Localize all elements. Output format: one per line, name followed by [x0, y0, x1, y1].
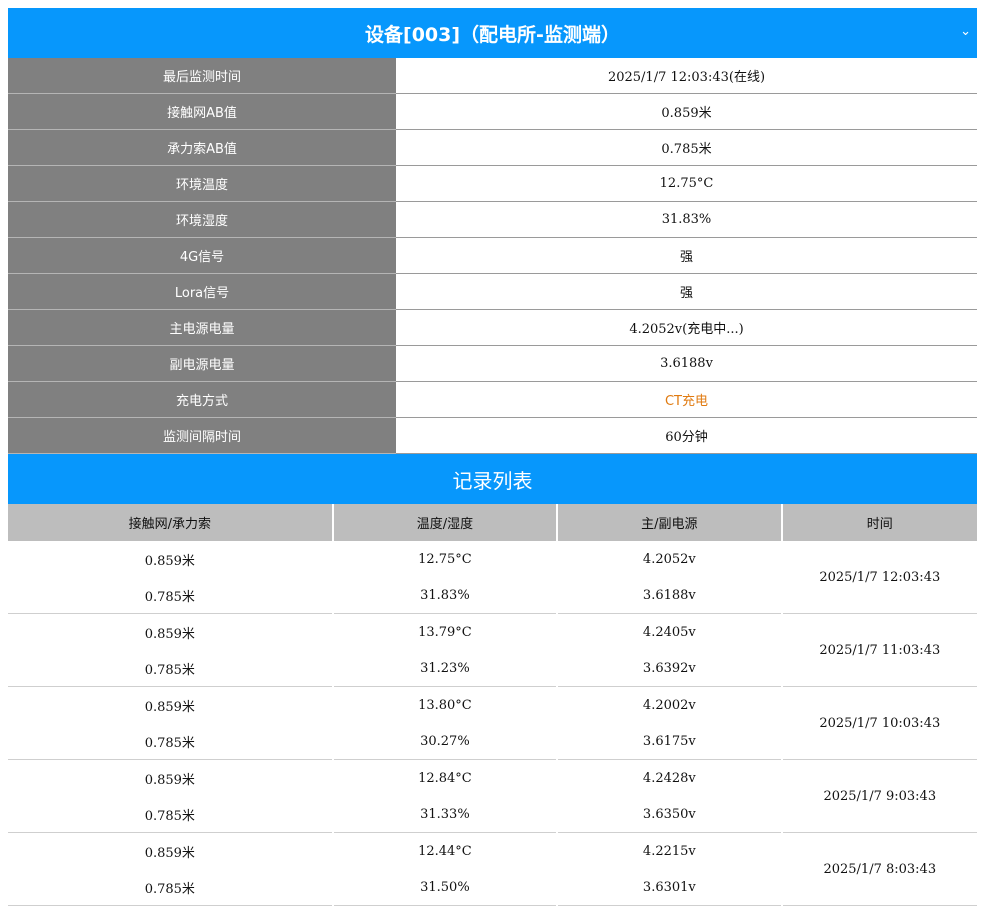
info-value: 3.6188v	[396, 345, 977, 382]
chevron-down-icon[interactable]: ⌄	[960, 24, 971, 39]
record-cable: 0.785米	[8, 870, 332, 906]
record-net: 0.859米	[144, 773, 195, 788]
record-time: 2025/1/7 11:03:43	[782, 614, 977, 687]
record-row: 0.859米 13.79°C 4.2405v 2025/1/7 11:03:43	[8, 614, 977, 687]
record-humidity: 31.83%	[333, 578, 557, 614]
device-info-table: 最后监测时间 2025/1/7 12:03:43(在线) 接触网AB值 0.85…	[8, 58, 977, 454]
column-header: 接触网/承力索	[8, 504, 332, 541]
record-sub-power: 3.6392v	[558, 651, 781, 687]
info-label: 监测间隔时间	[8, 417, 396, 454]
info-label: 环境温度	[8, 165, 396, 202]
info-value: 60分钟	[396, 417, 977, 454]
record-temp: 12.84°C	[418, 771, 472, 786]
record-main-power: 4.2405v	[642, 625, 696, 640]
record-net: 0.859米	[144, 700, 195, 715]
info-row-4g-signal: 4G信号 强	[8, 237, 977, 274]
record-time: 2025/1/7 9:03:43	[782, 760, 977, 833]
record-time: 2025/1/7 12:03:43	[782, 541, 977, 614]
record-humidity: 31.23%	[333, 651, 557, 687]
record-sub-power: 3.6188v	[558, 578, 781, 614]
info-label: 环境湿度	[8, 201, 396, 238]
info-row-charge-mode: 充电方式 CT充电	[8, 381, 977, 418]
record-temp: 12.75°C	[418, 552, 472, 567]
info-label: 4G信号	[8, 237, 396, 274]
info-row-main-power: 主电源电量 4.2052v(充电中...)	[8, 309, 977, 346]
record-temp: 13.79°C	[418, 625, 472, 640]
record-row: 0.859米 12.44°C 4.2215v 2025/1/7 8:03:43	[8, 833, 977, 906]
record-row: 0.859米 12.75°C 4.2052v 2025/1/7 12:03:43	[8, 541, 977, 614]
info-row-net-ab: 接触网AB值 0.859米	[8, 93, 977, 130]
record-sub-power: 3.6301v	[558, 870, 781, 906]
info-value: 2025/1/7 12:03:43(在线)	[396, 58, 977, 94]
record-sub-power: 3.6175v	[558, 724, 781, 760]
info-value: 强	[396, 273, 977, 310]
info-row-last-time: 最后监测时间 2025/1/7 12:03:43(在线)	[8, 58, 977, 94]
info-value: 4.2052v(充电中...)	[396, 309, 977, 346]
info-value-charge-mode: CT充电	[396, 381, 977, 418]
info-row-humidity: 环境湿度 31.83%	[8, 201, 977, 238]
record-humidity: 30.27%	[333, 724, 557, 760]
record-net: 0.859米	[144, 627, 195, 642]
record-main-power: 4.2052v	[642, 552, 696, 567]
column-header: 温度/湿度	[333, 504, 557, 541]
record-cable: 0.785米	[8, 797, 332, 833]
device-panel: 设备[003]（配电所-监测端） ⌄ 最后监测时间 2025/1/7 12:03…	[8, 8, 977, 906]
info-row-interval: 监测间隔时间 60分钟	[8, 417, 977, 454]
record-time: 2025/1/7 8:03:43	[782, 833, 977, 906]
records-header-row: 接触网/承力索 温度/湿度 主/副电源 时间	[8, 504, 977, 541]
record-row: 0.859米 13.80°C 4.2002v 2025/1/7 10:03:43	[8, 687, 977, 760]
column-header: 主/副电源	[558, 504, 781, 541]
record-humidity: 31.33%	[333, 797, 557, 833]
column-header: 时间	[782, 504, 977, 541]
record-temp: 13.80°C	[418, 698, 472, 713]
info-row-lora-signal: Lora信号 强	[8, 273, 977, 310]
info-value: 31.83%	[396, 201, 977, 238]
record-sub-power: 3.6350v	[558, 797, 781, 833]
record-main-power: 4.2002v	[642, 698, 696, 713]
info-label: 最后监测时间	[8, 58, 396, 94]
info-value: 12.75°C	[396, 165, 977, 202]
info-label: 充电方式	[8, 381, 396, 418]
record-main-power: 4.2428v	[642, 771, 696, 786]
info-value: 0.785米	[396, 129, 977, 166]
info-value: 强	[396, 237, 977, 274]
records-title: 记录列表	[8, 454, 977, 504]
record-time: 2025/1/7 10:03:43	[782, 687, 977, 760]
info-label: Lora信号	[8, 273, 396, 310]
info-value: 0.859米	[396, 93, 977, 130]
record-row: 0.859米 12.84°C 4.2428v 2025/1/7 9:03:43	[8, 760, 977, 833]
info-label: 副电源电量	[8, 345, 396, 382]
record-net: 0.859米	[144, 554, 195, 569]
record-cable: 0.785米	[8, 724, 332, 760]
info-row-temperature: 环境温度 12.75°C	[8, 165, 977, 202]
info-label: 接触网AB值	[8, 93, 396, 130]
info-row-sub-power: 副电源电量 3.6188v	[8, 345, 977, 382]
device-title: 设备[003]（配电所-监测端）	[365, 23, 620, 46]
device-header[interactable]: 设备[003]（配电所-监测端） ⌄	[8, 8, 977, 58]
records-table: 接触网/承力索 温度/湿度 主/副电源 时间 0.859米 12.75°C 4.…	[6, 504, 979, 906]
record-humidity: 31.50%	[333, 870, 557, 906]
record-main-power: 4.2215v	[642, 844, 696, 859]
info-label: 承力索AB值	[8, 129, 396, 166]
record-cable: 0.785米	[8, 651, 332, 687]
record-net: 0.859米	[144, 846, 195, 861]
info-label: 主电源电量	[8, 309, 396, 346]
info-row-cable-ab: 承力索AB值 0.785米	[8, 129, 977, 166]
record-cable: 0.785米	[8, 578, 332, 614]
record-temp: 12.44°C	[418, 844, 472, 859]
